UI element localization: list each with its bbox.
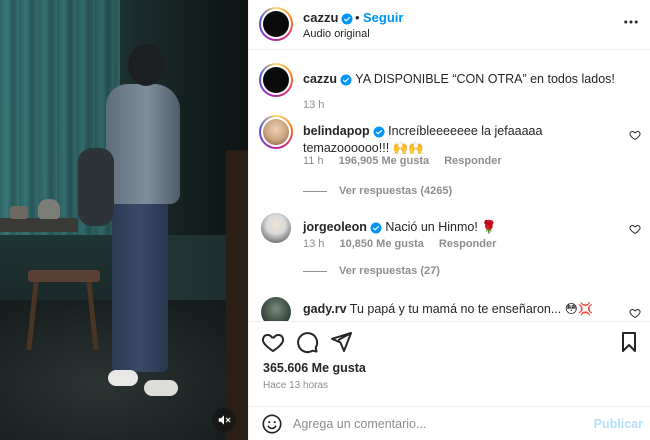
- share-paper-plane-icon[interactable]: [329, 330, 353, 354]
- post-header: cazzu • Seguir Audio original: [249, 0, 650, 50]
- verified-badge-icon: [340, 74, 352, 86]
- post-timestamp[interactable]: Hace 13 horas: [263, 380, 328, 391]
- more-horizontal-icon: [624, 20, 638, 24]
- comment-body: Nació un Hinmo! 🌹: [385, 220, 497, 234]
- comment-avatar[interactable]: [261, 297, 291, 321]
- author-username[interactable]: cazzu: [303, 10, 353, 25]
- comment-likes[interactable]: 10,850 Me gusta: [339, 238, 423, 250]
- like-heart-icon[interactable]: [261, 330, 285, 354]
- comment-username[interactable]: belindapop: [303, 124, 370, 138]
- speaker-muted-icon: [218, 415, 231, 425]
- author-avatar[interactable]: [259, 7, 293, 41]
- comment-likes[interactable]: 196,905 Me gusta: [339, 155, 430, 167]
- video-scene-doorframe: [226, 150, 248, 440]
- comment-bubble-icon[interactable]: [295, 330, 319, 354]
- comment-like-heart-icon[interactable]: [629, 129, 641, 141]
- comment-meta: 11 h 196,905 Me gusta Responder: [303, 155, 514, 167]
- video-scene-kettle: [38, 199, 60, 219]
- reply-button[interactable]: Responder: [444, 155, 501, 167]
- caption-text: cazzu YA DISPONIBLE “CON OTRA” en todos …: [303, 71, 623, 88]
- video-scene-shoe: [144, 380, 178, 396]
- comments-list[interactable]: cazzu YA DISPONIBLE “CON OTRA” en todos …: [249, 51, 650, 321]
- caption-body: YA DISPONIBLE “CON OTRA” en todos lados!: [355, 72, 615, 86]
- comment-text: belindapop Increíbleeeeeee la jefaaaaa t…: [303, 123, 623, 157]
- caption-avatar[interactable]: [259, 63, 293, 97]
- header-separator: •: [355, 10, 360, 25]
- comment-like-heart-icon[interactable]: [629, 307, 641, 319]
- post-details-panel: cazzu • Seguir Audio original cazzu YA D…: [248, 0, 650, 440]
- verified-badge-icon: [341, 13, 353, 25]
- view-replies-button[interactable]: Ver respuestas (4265): [303, 185, 452, 197]
- post-actions-bar: [249, 321, 650, 361]
- comment-avatar[interactable]: [259, 115, 293, 149]
- comment-time[interactable]: 11 h: [303, 155, 324, 167]
- follow-button[interactable]: Seguir: [363, 10, 403, 25]
- view-replies-button[interactable]: Ver respuestas (27): [303, 265, 440, 277]
- video-scene-shoe: [108, 370, 138, 386]
- comment-username[interactable]: jorgeoleon: [303, 220, 367, 234]
- more-options-button[interactable]: [621, 12, 641, 32]
- reply-button[interactable]: Responder: [439, 238, 496, 250]
- comment-body: Tu papá y tu mamá no te enseñaron... 😳💢: [349, 302, 594, 316]
- mute-button[interactable]: [212, 408, 236, 432]
- view-replies-line: [303, 270, 327, 272]
- caption-meta: 13 h: [303, 99, 336, 111]
- video-scene-counter: [0, 218, 78, 232]
- video-scene-person-head: [128, 44, 164, 86]
- view-replies-label: Ver respuestas (4265): [339, 185, 453, 197]
- comment-time[interactable]: 13 h: [303, 238, 324, 250]
- post-video[interactable]: [0, 0, 248, 440]
- comment-username[interactable]: gady.rv: [303, 302, 347, 316]
- comment-like-heart-icon[interactable]: [629, 223, 641, 235]
- video-scene-backpack: [78, 148, 114, 226]
- comment-text: gady.rv Tu papá y tu mamá no te enseñaro…: [303, 301, 623, 318]
- caption-username[interactable]: cazzu: [303, 72, 337, 86]
- video-scene-person-body: [106, 84, 180, 204]
- audio-link[interactable]: Audio original: [303, 28, 370, 40]
- emoji-smiley-icon[interactable]: [261, 413, 283, 435]
- view-replies-label: Ver respuestas (27): [339, 265, 440, 277]
- video-scene-chair: [28, 270, 100, 282]
- comment-avatar[interactable]: [261, 213, 291, 243]
- comment-input[interactable]: [293, 413, 583, 435]
- comment-meta: 13 h 10,850 Me gusta Responder: [303, 238, 508, 250]
- video-scene-pot: [10, 206, 28, 219]
- post-comment-button[interactable]: Publicar: [594, 417, 643, 431]
- save-bookmark-icon[interactable]: [617, 330, 641, 354]
- video-scene-person-legs: [112, 200, 168, 372]
- verified-badge-icon: [373, 126, 385, 138]
- view-replies-line: [303, 190, 327, 192]
- caption-time[interactable]: 13 h: [303, 99, 324, 111]
- post-likes-count[interactable]: 365.606 Me gusta: [263, 361, 366, 375]
- comment-text: jorgeoleon Nació un Hinmo! 🌹: [303, 219, 623, 236]
- comment-composer: Publicar: [249, 406, 650, 440]
- verified-badge-icon: [370, 222, 382, 234]
